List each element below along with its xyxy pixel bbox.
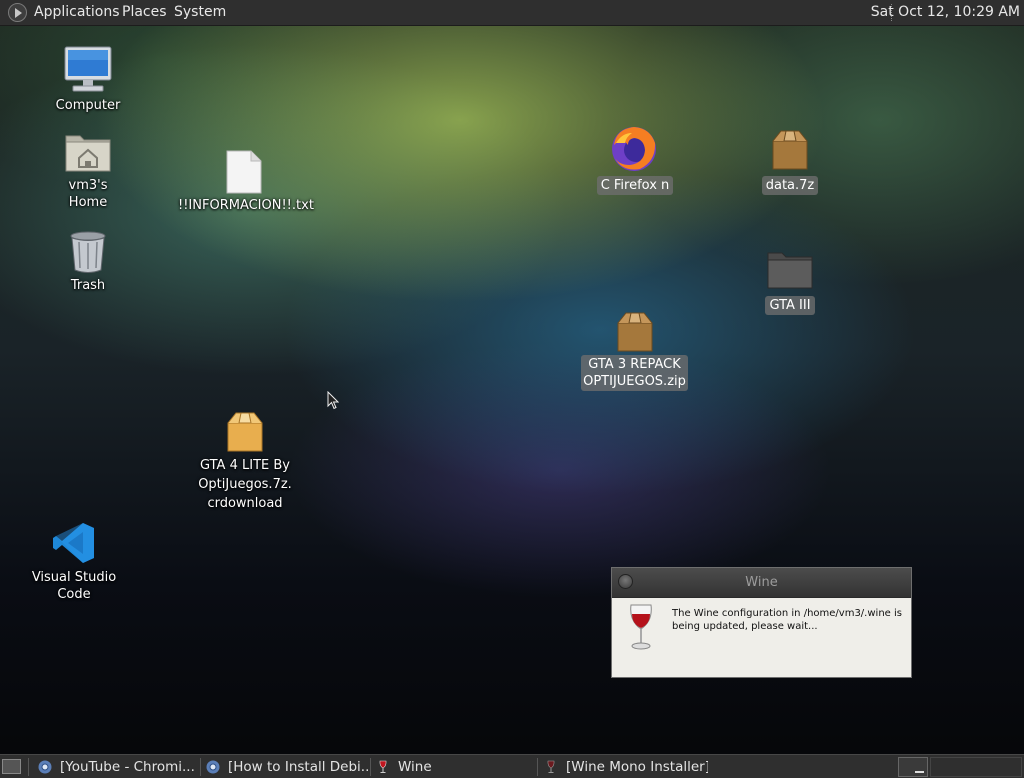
task-how-to-install[interactable]: [How to Install Debi... bbox=[200, 757, 368, 777]
folder-icon bbox=[767, 252, 813, 289]
wine-glass-icon bbox=[379, 760, 387, 773]
icon-label: vm3's Home bbox=[68, 178, 108, 210]
chromium-icon bbox=[38, 760, 52, 774]
wine-dialog-message: The Wine configuration in /home/vm3/.win… bbox=[672, 608, 902, 632]
wine-dialog[interactable]: Wine The Wine configuration in /home/vm3… bbox=[611, 567, 912, 678]
package-icon bbox=[227, 412, 263, 452]
task-label: [YouTube - Chromi... bbox=[60, 759, 195, 775]
text-file-icon bbox=[226, 150, 262, 194]
icon-label-line-2: OPTIJUEGOS.zip bbox=[583, 374, 686, 389]
chromium-icon bbox=[206, 760, 220, 774]
clock[interactable]: Sat Oct 12, 10:29 AM bbox=[871, 4, 1020, 21]
show-desktop-icon[interactable] bbox=[2, 759, 21, 774]
taskbar: [YouTube - Chromi... [How to Install Deb… bbox=[0, 754, 1024, 778]
task-youtube-chromium[interactable]: [YouTube - Chromi... bbox=[32, 757, 197, 777]
icon-label-line-3: crdownload bbox=[207, 496, 283, 511]
vscode-icon bbox=[53, 523, 94, 563]
archive-icon bbox=[772, 130, 808, 170]
window-menu-icon[interactable] bbox=[618, 574, 633, 589]
icon-label: Computer bbox=[55, 98, 121, 113]
icon-label: Trash bbox=[70, 278, 106, 293]
icon-label: Visual Studio Code bbox=[31, 570, 117, 602]
task-label: [How to Install Debi... bbox=[228, 759, 368, 775]
icon-label: GTA III bbox=[765, 296, 815, 315]
task-wine[interactable]: Wine bbox=[370, 757, 535, 777]
wine-dialog-titlebar[interactable]: Wine bbox=[612, 568, 911, 598]
workspace-switcher-1[interactable] bbox=[898, 757, 928, 777]
mouse-pointer-icon bbox=[327, 391, 339, 410]
icon-label-line-1: GTA 4 LITE By bbox=[200, 458, 290, 473]
icon-label-line-2: OptiJuegos.7z. bbox=[198, 477, 292, 492]
icon-label-line-1: GTA 3 REPACK bbox=[588, 357, 681, 372]
trash-icon bbox=[70, 231, 106, 273]
wine-glass-icon bbox=[547, 760, 555, 773]
computer-icon bbox=[64, 46, 112, 92]
menu-places[interactable]: Places bbox=[122, 4, 167, 21]
top-panel: Applications Places System Sat Oct 12, 1… bbox=[0, 0, 1024, 26]
home-folder-icon bbox=[65, 135, 111, 172]
wine-dialog-title: Wine bbox=[745, 575, 778, 590]
menu-applications[interactable]: Applications bbox=[34, 4, 120, 21]
workspace-switcher-2[interactable] bbox=[930, 757, 1022, 777]
firefox-icon bbox=[612, 127, 656, 171]
icon-label: C Firefox n bbox=[596, 176, 674, 195]
icon-label: !!INFORMACION!!.txt bbox=[178, 198, 314, 213]
icon-label: data.7z bbox=[761, 176, 819, 195]
menu-system[interactable]: System bbox=[174, 4, 226, 21]
task-label: [Wine Mono Installer] bbox=[566, 759, 708, 775]
archive-icon bbox=[617, 312, 653, 352]
wine-glass-icon bbox=[630, 604, 652, 650]
menu-logo-icon[interactable] bbox=[8, 3, 27, 22]
task-wine-mono-installer[interactable]: [Wine Mono Installer] bbox=[538, 757, 708, 777]
task-label: Wine bbox=[398, 759, 432, 775]
desktop: Applications Places System Sat Oct 12, 1… bbox=[0, 0, 1024, 778]
taskbar-separator bbox=[28, 758, 29, 776]
